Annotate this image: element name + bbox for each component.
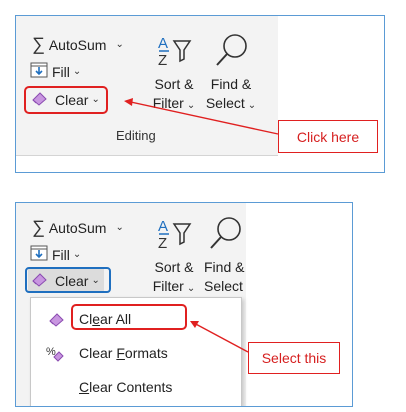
autosum-label: AutoSum <box>48 219 107 236</box>
find-select-button[interactable]: Find & Select <box>204 215 246 296</box>
eraser-icon <box>45 311 69 327</box>
sigma-icon: ∑ <box>32 217 45 237</box>
chevron-down-icon: ⌄ <box>72 249 82 260</box>
fill-label: Fill <box>52 246 70 263</box>
sort-filter-label-1: Sort & <box>154 259 194 275</box>
callout-select-this: Select this <box>248 342 340 374</box>
autosum-label: AutoSum <box>48 36 107 53</box>
sort-filter-icon: A Z <box>154 32 194 72</box>
clear-highlight <box>25 267 111 293</box>
autosum-button[interactable]: ∑ AutoSum ⌄ <box>32 217 124 238</box>
fill-button[interactable]: Fill ⌄ <box>30 62 81 81</box>
fill-down-icon <box>30 245 48 264</box>
menu-item-clear-formats[interactable]: % Clear Formats <box>31 336 241 370</box>
fill-down-icon <box>30 62 48 81</box>
find-select-label-2: Select <box>204 278 243 294</box>
callout-click-here: Click here <box>278 120 378 153</box>
clear-all-highlight <box>71 304 187 330</box>
chevron-down-icon: ⌄ <box>72 66 82 77</box>
chevron-down-icon: ⌄ <box>115 222 124 233</box>
sigma-icon: ∑ <box>32 34 45 54</box>
menu-item-clear-contents[interactable]: Clear Contents <box>31 370 241 404</box>
sort-filter-label-1: Sort & <box>154 76 194 92</box>
svg-text:A: A <box>158 218 168 235</box>
clear-highlight <box>24 86 108 114</box>
sort-filter-label-2: Filter ⌄ <box>152 278 196 294</box>
svg-text:Z: Z <box>158 235 167 252</box>
fill-label: Fill <box>52 63 70 80</box>
bottom-screenshot: ∑ AutoSum ⌄ Fill ⌄ Clear ⌄ A Z Sort & Fi… <box>15 202 353 407</box>
menu-item-clear-formats-label: Clear Formats <box>79 345 168 361</box>
sort-filter-label-2: Filter ⌄ <box>152 95 196 111</box>
svg-text:Z: Z <box>158 52 167 69</box>
autosum-button[interactable]: ∑ AutoSum ⌄ <box>32 34 124 55</box>
percent-eraser-icon: % <box>45 344 69 362</box>
find-select-label-2: Select ⌄ <box>205 95 257 111</box>
find-magnifier-icon <box>205 215 245 255</box>
menu-item-clear-contents-label: Clear Contents <box>79 379 173 395</box>
find-magnifier-icon <box>211 32 251 72</box>
svg-text:A: A <box>158 35 168 52</box>
chevron-down-icon: ⌄ <box>115 39 124 50</box>
find-select-button[interactable]: Find & Select ⌄ <box>204 32 258 115</box>
sort-filter-button[interactable]: A Z Sort & Filter ⌄ <box>148 215 200 298</box>
fill-button[interactable]: Fill ⌄ <box>30 245 81 264</box>
group-label-editing: Editing <box>116 128 156 143</box>
sort-filter-button[interactable]: A Z Sort & Filter ⌄ <box>148 32 200 115</box>
find-select-label-1: Find & <box>204 259 245 275</box>
top-screenshot: ∑ AutoSum ⌄ Fill ⌄ Clear ⌄ A Z Sort & Fi… <box>15 15 385 173</box>
sort-filter-icon: A Z <box>154 215 194 255</box>
find-select-label-1: Find & <box>210 76 252 92</box>
ribbon-bottom-edge <box>16 155 278 156</box>
